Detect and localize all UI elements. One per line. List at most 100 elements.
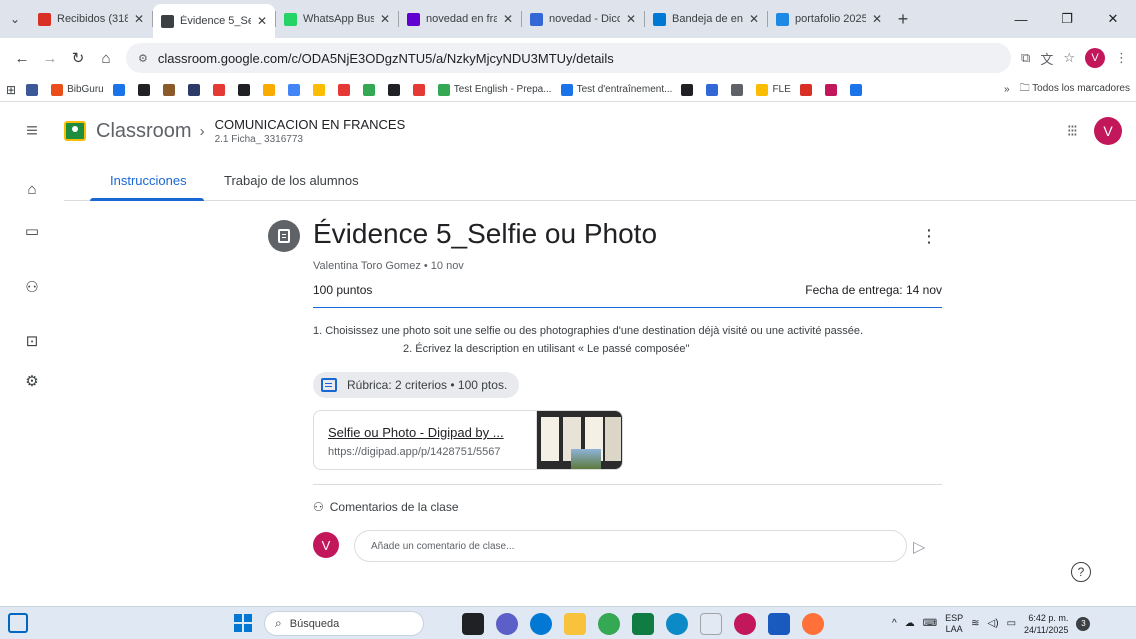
bookmark-item[interactable] <box>287 83 304 96</box>
main-menu-icon[interactable]: ≡ <box>0 120 64 143</box>
bookmark-star-icon[interactable]: ☆ <box>1063 50 1075 66</box>
google-apps-icon[interactable]: ⁝⁝⁝ <box>1067 121 1078 141</box>
browser-tab[interactable]: Évidence 5_Selfie ✕ <box>153 4 275 38</box>
onedrive-icon[interactable]: ☁ <box>905 618 915 629</box>
all-bookmarks-folder[interactable]: 🗀 Todos los marcadores <box>1020 81 1130 98</box>
bookmark-item[interactable] <box>799 83 816 96</box>
firefox-icon[interactable] <box>802 613 824 635</box>
bookmark-item[interactable] <box>237 83 254 96</box>
bookmark-item[interactable] <box>337 83 354 96</box>
chrome-profile-icon[interactable] <box>734 613 756 635</box>
bookmark-item[interactable]: Test English - Prepa... <box>437 83 552 96</box>
word-icon[interactable] <box>768 613 790 635</box>
install-app-icon[interactable]: ⧉ <box>1021 50 1030 66</box>
start-button-icon[interactable] <box>234 614 252 632</box>
file-explorer-icon[interactable] <box>564 613 586 635</box>
home-icon[interactable]: ⌂ <box>22 179 42 199</box>
restore-button[interactable]: ❐ <box>1044 0 1090 38</box>
close-window-button[interactable]: ✕ <box>1090 0 1136 38</box>
help-icon[interactable]: ? <box>1071 562 1091 582</box>
teams-icon[interactable] <box>496 613 518 635</box>
language-indicator[interactable]: ESP LAA <box>945 613 963 635</box>
attachment-card[interactable]: Selfie ou Photo - Digipad by ... https:/… <box>313 410 623 470</box>
browser-tab[interactable]: portafolio 2025 ✕ <box>768 4 890 34</box>
bookmark-item[interactable] <box>26 83 42 96</box>
browser-tab[interactable]: WhatsApp Busin ✕ <box>276 4 398 34</box>
profile-avatar[interactable]: V <box>1085 48 1105 68</box>
app-name[interactable]: Classroom <box>96 120 192 143</box>
bookmark-item[interactable] <box>412 83 429 96</box>
send-icon[interactable]: ▷ <box>913 537 925 557</box>
more-options-icon[interactable]: ⋮ <box>920 226 938 247</box>
edge-copilot-icon[interactable] <box>530 613 552 635</box>
tab-student-work[interactable]: Trabajo de los alumnos <box>224 159 359 201</box>
close-tab-icon[interactable]: ✕ <box>380 12 390 26</box>
back-button[interactable]: ← <box>8 44 36 72</box>
chrome-icon[interactable] <box>598 613 620 635</box>
clock[interactable]: 6:42 p. m. 24/11/2025 <box>1024 612 1068 636</box>
widgets-icon[interactable] <box>8 613 28 633</box>
new-tab-button[interactable]: + <box>890 4 916 34</box>
close-tab-icon[interactable]: ✕ <box>257 14 267 28</box>
battery-icon[interactable]: ▭ <box>1007 618 1016 629</box>
bookmark-item[interactable] <box>681 83 697 96</box>
enrolled-people-icon[interactable]: ⚇ <box>22 277 42 297</box>
classroom-logo-icon[interactable] <box>64 121 86 141</box>
edge-icon[interactable] <box>666 613 688 635</box>
browser-menu-icon[interactable]: ⋮ <box>1115 50 1128 66</box>
tab-search-button[interactable]: ⌄ <box>0 0 30 38</box>
snipping-tool-icon[interactable] <box>700 613 722 635</box>
bookmark-item[interactable] <box>387 83 404 96</box>
browser-tab[interactable]: novedad - Diccio ✕ <box>522 4 644 34</box>
excel-icon[interactable] <box>632 613 654 635</box>
bookmark-item[interactable] <box>212 83 229 96</box>
archive-icon[interactable]: ⊡ <box>22 331 42 351</box>
attachment-title[interactable]: Selfie ou Photo - Digipad by ... <box>328 425 533 440</box>
wifi-icon[interactable]: ≋ <box>971 618 979 629</box>
bookmark-item[interactable] <box>162 83 179 96</box>
bookmark-item[interactable] <box>312 83 329 96</box>
bookmark-item[interactable]: BibGuru <box>51 83 104 96</box>
bookmark-item[interactable] <box>706 83 722 96</box>
site-info-icon[interactable]: ⚙ <box>138 52 148 65</box>
attachment-thumbnail[interactable] <box>536 411 622 469</box>
bookmark-item[interactable] <box>137 83 154 96</box>
tab-instructions[interactable]: Instrucciones <box>110 159 187 201</box>
calendar-icon[interactable]: ▭ <box>22 221 42 241</box>
bookmark-item[interactable] <box>824 83 841 96</box>
minimize-button[interactable]: — <box>998 0 1044 38</box>
bookmark-item[interactable] <box>362 83 379 96</box>
bookmark-item[interactable] <box>262 83 279 96</box>
home-button[interactable]: ⌂ <box>92 44 120 72</box>
tray-overflow-icon[interactable]: ^ <box>892 618 897 629</box>
url-bar[interactable]: ⚙ classroom.google.com/c/ODA5NjE3ODgzNTU… <box>126 43 1012 73</box>
bookmark-item[interactable] <box>112 83 129 96</box>
forward-button[interactable]: → <box>36 44 64 72</box>
bookmark-item[interactable] <box>731 83 747 96</box>
course-breadcrumb[interactable]: COMUNICACION EN FRANCES 2.1 Ficha_ 33167… <box>215 117 406 145</box>
browser-tab[interactable]: Recibidos (318) ✕ <box>30 4 152 34</box>
close-tab-icon[interactable]: ✕ <box>503 12 513 26</box>
close-tab-icon[interactable]: ✕ <box>749 12 759 26</box>
account-avatar[interactable]: V <box>1094 117 1122 145</box>
bookmark-item[interactable]: FLE <box>756 83 791 96</box>
bookmark-item[interactable] <box>849 83 866 96</box>
close-tab-icon[interactable]: ✕ <box>626 12 636 26</box>
close-tab-icon[interactable]: ✕ <box>872 12 882 26</box>
taskbar-search[interactable]: ⌕ Búsqueda <box>264 611 424 636</box>
browser-tab[interactable]: Bandeja de entra ✕ <box>645 4 767 34</box>
close-tab-icon[interactable]: ✕ <box>134 12 144 26</box>
task-view-icon[interactable] <box>462 613 484 635</box>
keyboard-icon[interactable]: ⌨ <box>923 618 937 629</box>
rubric-chip[interactable]: Rúbrica: 2 criterios • 100 ptos. <box>313 372 520 398</box>
more-bookmarks-icon[interactable]: » <box>1004 84 1010 95</box>
reload-button[interactable]: ↻ <box>64 44 92 72</box>
translate-icon[interactable]: 文 <box>1040 49 1053 68</box>
browser-tab[interactable]: novedad en fran ✕ <box>399 4 521 34</box>
class-comment-input[interactable] <box>354 530 907 562</box>
notification-badge[interactable]: 3 <box>1076 616 1091 631</box>
bookmark-item[interactable] <box>187 83 204 96</box>
bookmark-item[interactable]: Test d'entraînement... <box>560 83 672 96</box>
settings-gear-icon[interactable]: ⚙ <box>22 371 42 391</box>
volume-icon[interactable]: ◁) <box>988 618 999 629</box>
